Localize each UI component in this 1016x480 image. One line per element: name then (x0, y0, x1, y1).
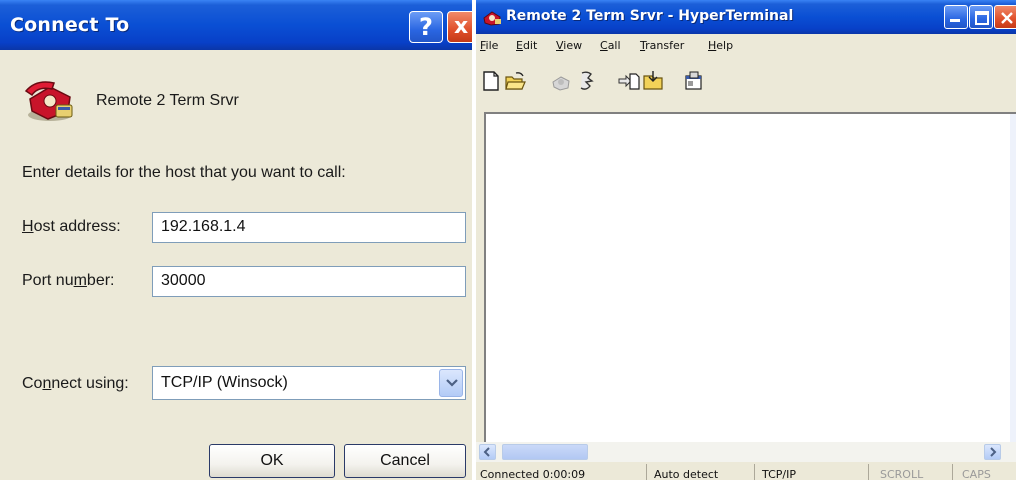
status-detect: Auto detect (654, 468, 719, 480)
new-icon[interactable] (480, 70, 502, 92)
minimize-icon (950, 19, 960, 22)
window-title: Remote 2 Term Srvr - HyperTerminal (506, 8, 794, 24)
menu-view[interactable]: View (556, 39, 582, 52)
scroll-thumb[interactable] (502, 444, 588, 460)
status-scroll: SCROLL (880, 468, 924, 480)
menu-file[interactable]: File (480, 39, 498, 52)
status-divider (868, 464, 869, 480)
hyperterminal-window: Remote 2 Term Srvr - HyperTerminal File … (476, 0, 1016, 480)
status-connected: Connected 0:00:09 (480, 468, 586, 480)
menu-help[interactable]: Help (708, 39, 733, 52)
toolbar (476, 64, 1016, 98)
status-divider (646, 464, 647, 480)
connect-to-dialog: Connect To ? x Remote 2 Term Srvr Enter … (0, 0, 472, 480)
app-icon (483, 11, 501, 26)
host-address-input[interactable]: 192.168.1.4 (152, 212, 466, 243)
dialog-titlebar[interactable]: Connect To ? x (0, 0, 472, 50)
hyperterminal-titlebar[interactable]: Remote 2 Term Srvr - HyperTerminal (476, 0, 1016, 34)
ok-button[interactable]: OK (209, 444, 335, 478)
connect-icon[interactable] (550, 70, 572, 92)
menu-edit[interactable]: Edit (516, 39, 537, 52)
instructions-text: Enter details for the host that you want… (22, 164, 346, 181)
port-number-label: Port number: (22, 272, 115, 289)
chevron-left-icon (483, 447, 490, 457)
maximize-button[interactable] (969, 5, 993, 29)
help-button[interactable]: ? (409, 11, 443, 43)
close-window-button[interactable] (994, 5, 1016, 29)
vertical-scrollbar[interactable] (1010, 114, 1016, 444)
disconnect-icon[interactable] (576, 70, 598, 92)
connection-name: Remote 2 Term Srvr (96, 92, 239, 109)
status-divider (754, 464, 755, 480)
chevron-right-icon (990, 447, 997, 457)
scroll-right-button[interactable] (984, 444, 1001, 460)
connect-using-value: TCP/IP (Winsock) (161, 374, 288, 391)
terminal-area[interactable] (484, 112, 1016, 444)
menu-transfer[interactable]: Transfer (640, 39, 684, 52)
status-bar: Connected 0:00:09 Auto detect TCP/IP SCR… (476, 462, 1016, 480)
dropdown-button[interactable] (439, 369, 463, 397)
close-button[interactable]: x (447, 11, 472, 43)
status-protocol: TCP/IP (762, 468, 796, 480)
connect-using-select[interactable]: TCP/IP (Winsock) (152, 366, 466, 400)
connect-using-label: Connect using: (22, 375, 129, 392)
open-icon[interactable] (504, 70, 526, 92)
status-divider (952, 464, 953, 480)
receive-icon[interactable] (642, 70, 664, 92)
host-address-label: Host address: (22, 218, 121, 235)
menu-bar: File Edit View Call Transfer Help (476, 36, 1016, 58)
cancel-button[interactable]: Cancel (344, 444, 466, 478)
chevron-down-icon (446, 379, 458, 387)
port-number-input[interactable]: 30000 (152, 266, 466, 297)
status-caps: CAPS (962, 468, 991, 480)
scroll-left-button[interactable] (479, 444, 496, 460)
minimize-button[interactable] (944, 5, 968, 29)
close-icon (1001, 12, 1013, 24)
phone-icon (24, 81, 73, 121)
send-icon[interactable] (618, 70, 640, 92)
horizontal-scrollbar[interactable] (476, 442, 1016, 462)
properties-icon[interactable] (682, 70, 704, 92)
menu-call[interactable]: Call (600, 39, 621, 52)
dialog-title: Connect To (10, 14, 130, 36)
maximize-icon (975, 11, 989, 25)
